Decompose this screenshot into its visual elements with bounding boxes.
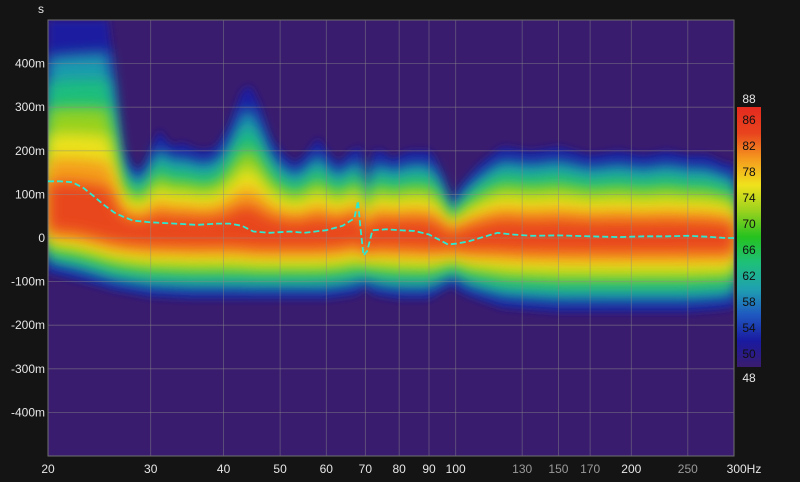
x-tick-label: 100 bbox=[446, 462, 466, 476]
colorbar-tick-label: 54 bbox=[742, 321, 756, 335]
y-tick-label: 0 bbox=[38, 231, 45, 245]
y-axis-ticks: 400m 300m 200m 100m 0 -100m -200m -300m -400m bbox=[11, 57, 45, 420]
y-tick-label: -100m bbox=[11, 275, 45, 289]
colorbar-tick-label: 70 bbox=[742, 217, 756, 231]
y-tick-label: -300m bbox=[11, 362, 45, 376]
x-tick-label: 40 bbox=[217, 462, 231, 476]
colorbar-tick-label: 86 bbox=[742, 113, 756, 127]
x-tick-label: 30 bbox=[144, 462, 158, 476]
x-tick-label: 300Hz bbox=[727, 462, 762, 476]
spectrogram-window: 20 30 40 50 60 70 80 90 100 130 150 170 200 250 300Hz … bbox=[0, 0, 800, 482]
x-tick-label: 20 bbox=[41, 462, 55, 476]
x-tick-label: 200 bbox=[621, 462, 641, 476]
x-tick-label: 70 bbox=[359, 462, 373, 476]
y-unit-label: s bbox=[38, 2, 44, 16]
x-tick-label: 60 bbox=[320, 462, 334, 476]
y-tick-label: -200m bbox=[11, 318, 45, 332]
colorbar-max-label: 88 bbox=[742, 92, 756, 106]
colorbar-tick-label: 82 bbox=[742, 139, 756, 153]
x-tick-label: 80 bbox=[392, 462, 406, 476]
x-tick-label: 130 bbox=[512, 462, 532, 476]
colorbar-tick-label: 50 bbox=[742, 347, 756, 361]
colorbar: 86 82 78 74 70 66 62 58 54 50 88 48 bbox=[737, 92, 761, 385]
colorbar-tick-label: 74 bbox=[742, 191, 756, 205]
colorbar-tick-label: 78 bbox=[742, 165, 756, 179]
spectrogram-chart: 20 30 40 50 60 70 80 90 100 130 150 170 200 250 300Hz … bbox=[11, 2, 761, 476]
y-tick-label: 200m bbox=[15, 144, 45, 158]
x-axis-ticks: 20 30 40 50 60 70 80 90 100 130 150 170 200 250 300Hz bbox=[41, 462, 761, 476]
x-tick-label: 170 bbox=[580, 462, 600, 476]
colorbar-min-label: 48 bbox=[742, 371, 756, 385]
colorbar-tick-label: 66 bbox=[742, 243, 756, 257]
x-tick-label: 50 bbox=[273, 462, 287, 476]
y-tick-label: -400m bbox=[11, 405, 45, 419]
colorbar-tick-label: 62 bbox=[742, 269, 756, 283]
x-tick-label: 90 bbox=[422, 462, 436, 476]
x-tick-label: 250 bbox=[678, 462, 698, 476]
y-tick-label: 400m bbox=[15, 57, 45, 71]
y-tick-label: 300m bbox=[15, 100, 45, 114]
y-tick-label: 100m bbox=[15, 187, 45, 201]
colorbar-tick-label: 58 bbox=[742, 295, 756, 309]
x-tick-label: 150 bbox=[548, 462, 568, 476]
